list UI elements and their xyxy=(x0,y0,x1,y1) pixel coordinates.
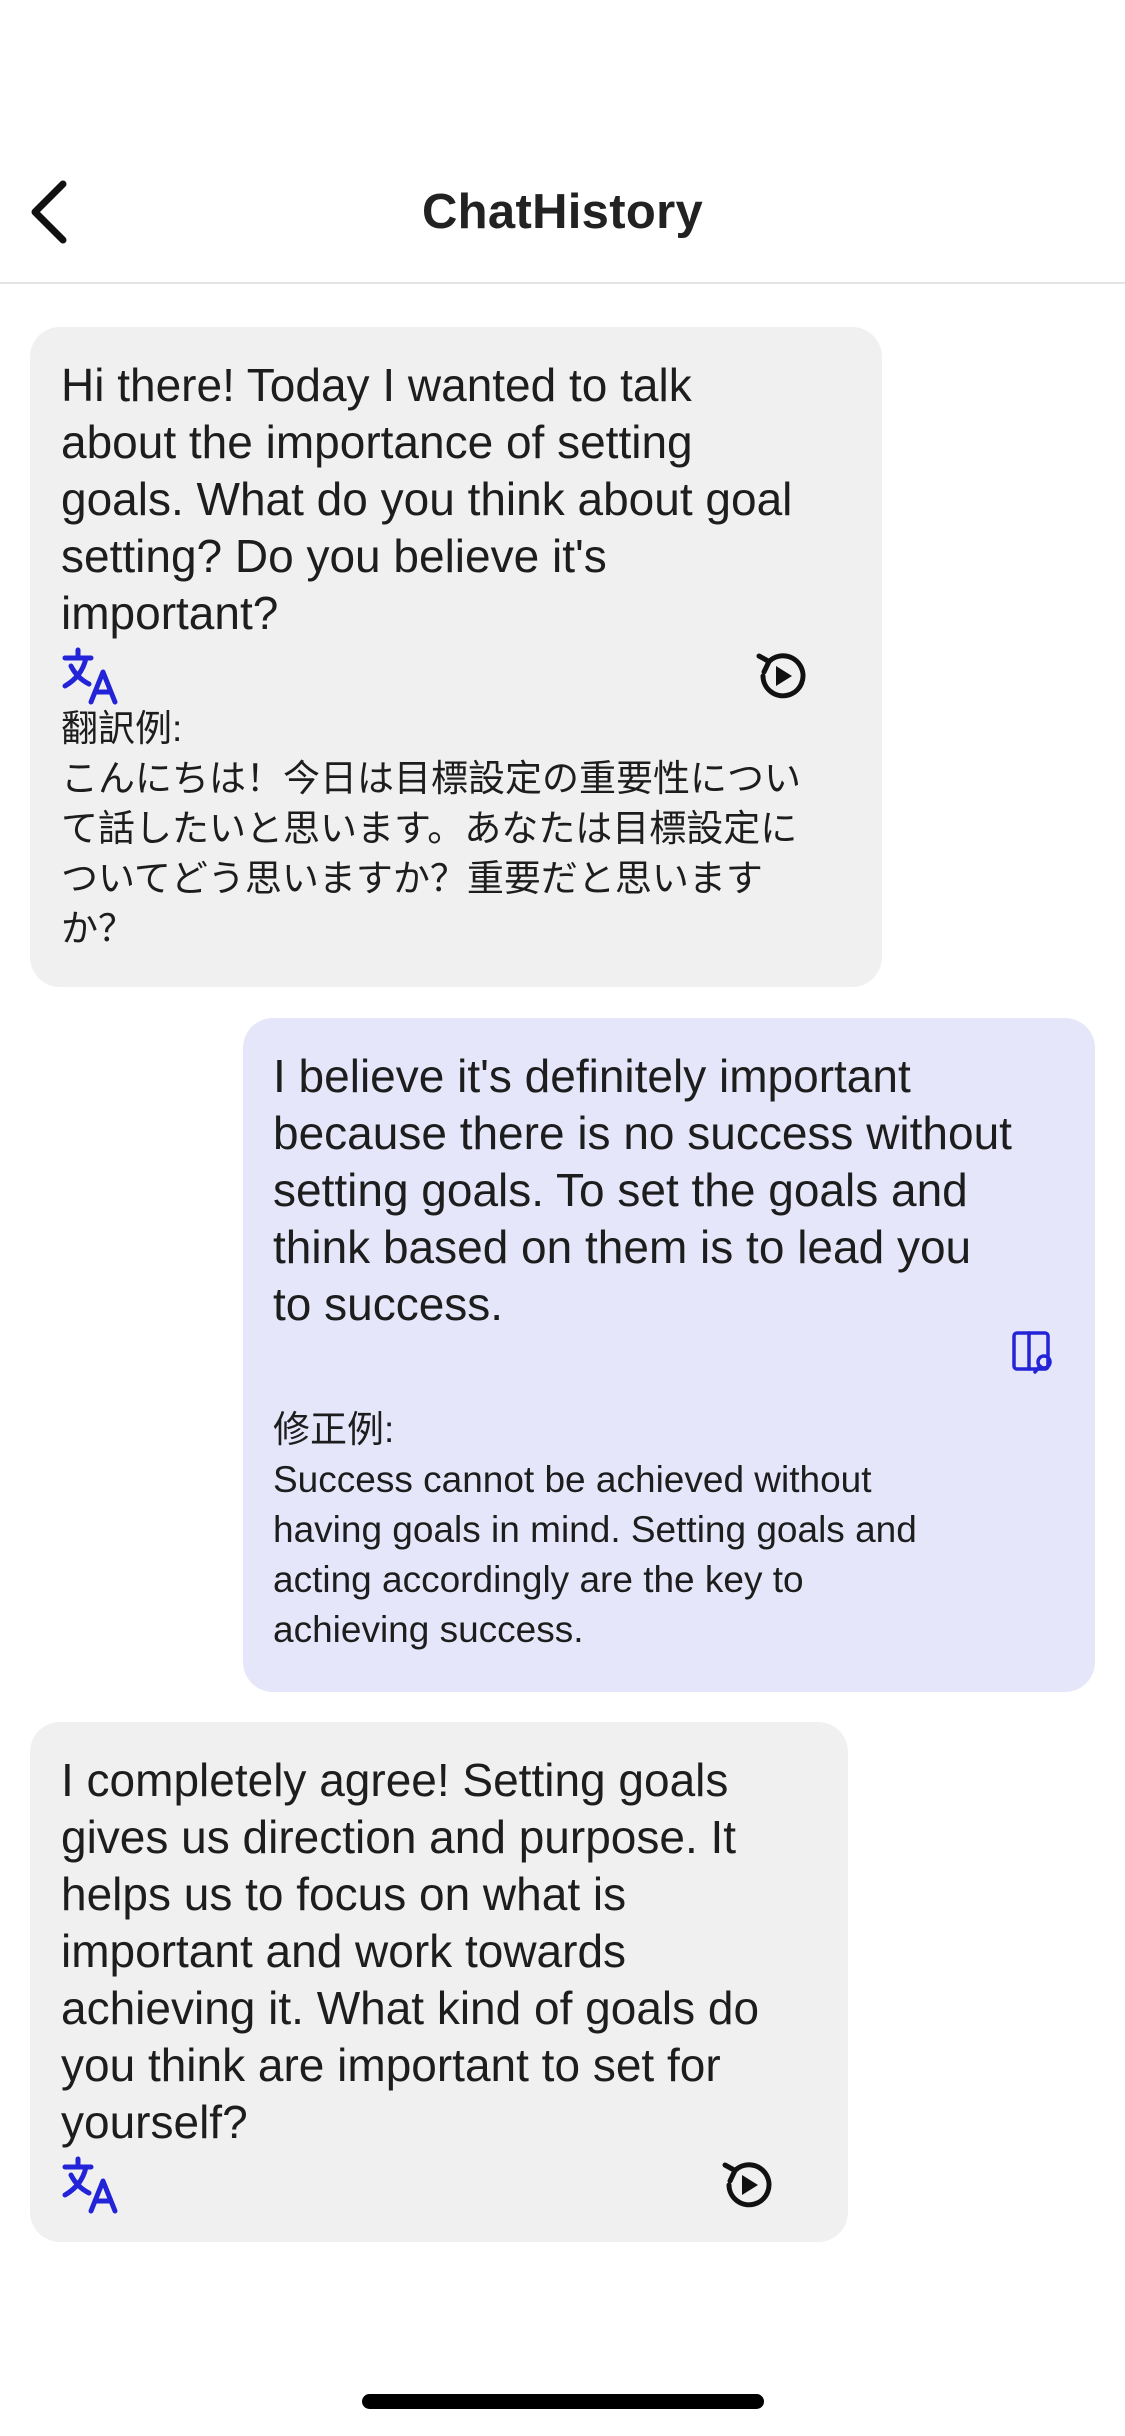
assistant-message-bubble: I completely agree! Setting goals gives … xyxy=(30,1722,848,2242)
correction-text: Success cannot be achieved without havin… xyxy=(273,1459,917,1650)
translate-button[interactable] xyxy=(60,2154,122,2216)
replay-button[interactable] xyxy=(716,2154,778,2216)
message-text: I completely agree! Setting goals gives … xyxy=(61,1754,760,2148)
page-title: ChatHistory xyxy=(421,185,703,239)
translate-icon xyxy=(62,647,118,705)
translation-text: こんにちは！今日は目標設定の重要性につい て話したいと思います。あなたは目標設定… xyxy=(61,758,801,949)
replay-icon xyxy=(722,2162,772,2208)
replay-button[interactable] xyxy=(750,645,812,707)
translate-icon xyxy=(62,2156,118,2214)
nav-bar: ChatHistory xyxy=(0,132,1125,284)
translate-button[interactable] xyxy=(60,645,122,707)
correction-icon xyxy=(1012,1331,1052,1374)
home-indicator[interactable] xyxy=(362,2394,764,2409)
assistant-message-bubble: Hi there! Today I wanted to talk about t… xyxy=(30,327,882,987)
correction-button[interactable] xyxy=(1008,1326,1060,1378)
replay-icon xyxy=(756,653,806,699)
correction-label: 修正例: xyxy=(273,1409,395,1450)
message-text: Hi there! Today I wanted to talk about t… xyxy=(61,359,793,639)
user-message-bubble: I believe it's definitely important beca… xyxy=(243,1018,1095,1692)
status-bar xyxy=(0,0,1125,132)
translation-label: 翻訳例: xyxy=(61,708,183,749)
message-text: I believe it's definitely important beca… xyxy=(273,1050,1012,1330)
